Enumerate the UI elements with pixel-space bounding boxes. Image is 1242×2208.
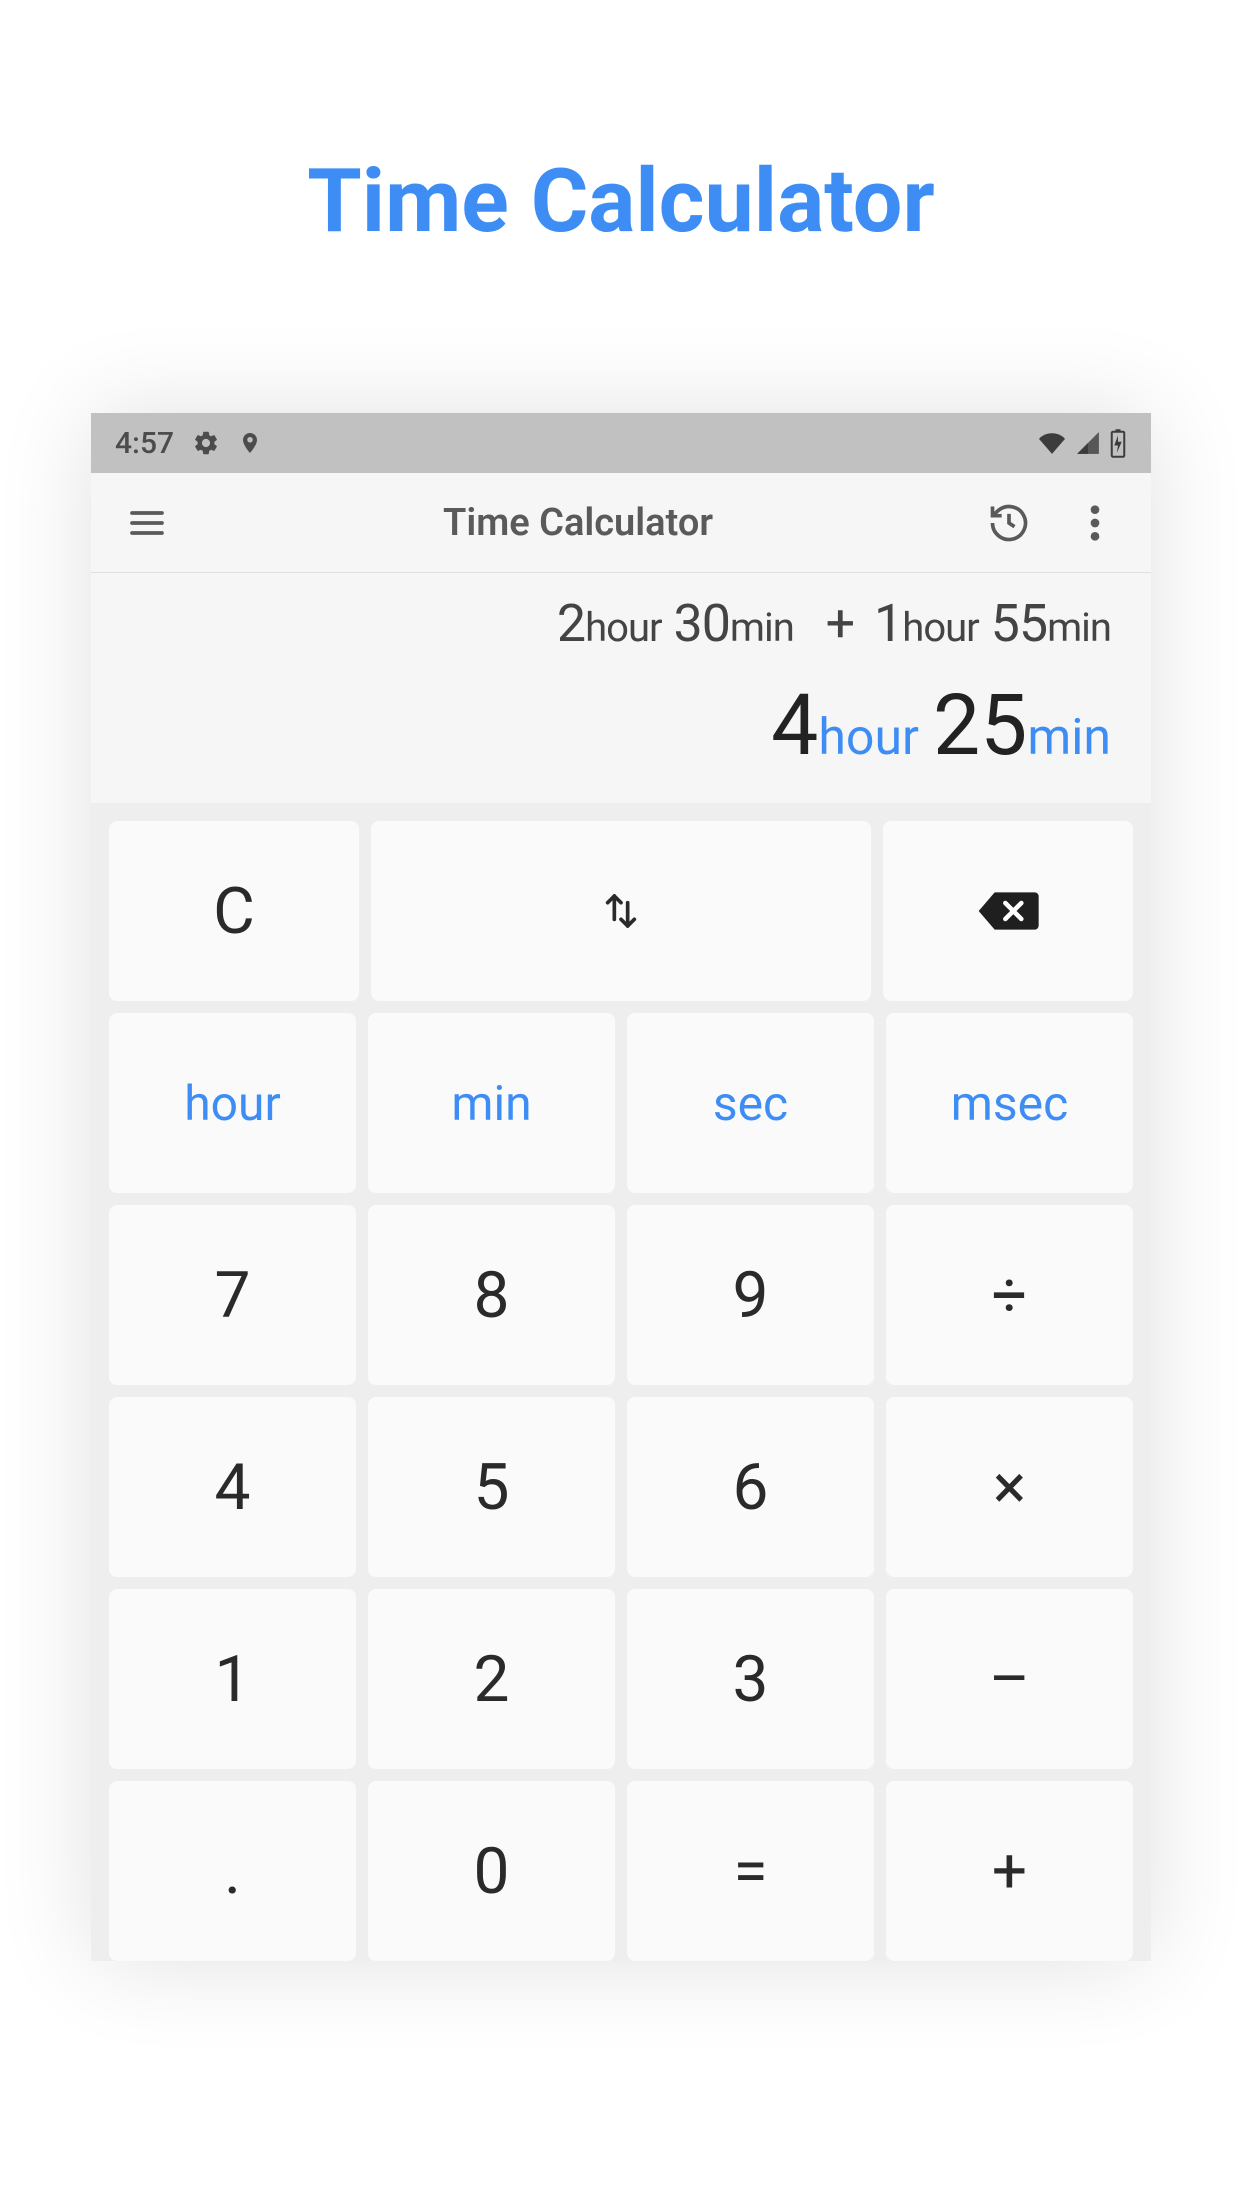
expr-op: + (818, 593, 863, 654)
keypad: C hour min sec msec 7 8 9 (91, 803, 1151, 1961)
result-h: 4 (771, 676, 818, 775)
expr-t2-hu: hour (902, 604, 978, 651)
key-2[interactable]: 2 (368, 1589, 615, 1769)
key-backspace[interactable] (883, 821, 1133, 1001)
gear-icon (192, 429, 220, 457)
key-clear[interactable]: C (109, 821, 359, 1001)
key-msec[interactable]: msec (886, 1013, 1133, 1193)
expr-t1-mu: min (730, 604, 794, 651)
key-multiply[interactable]: × (886, 1397, 1133, 1577)
overflow-button[interactable] (1067, 495, 1123, 551)
signal-icon (1075, 430, 1101, 456)
key-equals[interactable]: = (627, 1781, 874, 1961)
history-button[interactable] (981, 495, 1037, 551)
status-time: 4:57 (115, 426, 174, 461)
key-9[interactable]: 9 (627, 1205, 874, 1385)
device-frame: 4:57 Time Calculator (91, 413, 1151, 1961)
app-bar-title: Time Calculator (175, 501, 981, 545)
key-sec[interactable]: sec (627, 1013, 874, 1193)
key-subtract[interactable]: – (886, 1589, 1133, 1769)
key-min[interactable]: min (368, 1013, 615, 1193)
key-8[interactable]: 8 (368, 1205, 615, 1385)
key-6[interactable]: 6 (627, 1397, 874, 1577)
key-swap[interactable] (371, 821, 871, 1001)
key-5[interactable]: 5 (368, 1397, 615, 1577)
result-hu: hour (818, 709, 919, 767)
app-bar: Time Calculator (91, 473, 1151, 573)
result-mu: min (1027, 709, 1111, 767)
key-hour[interactable]: hour (109, 1013, 356, 1193)
wifi-icon (1037, 430, 1067, 456)
expr-t1-m: 30 (673, 593, 729, 654)
expr-t1-h: 2 (557, 593, 585, 654)
expr-t2-mu: min (1047, 604, 1111, 651)
battery-icon (1109, 428, 1127, 458)
result-m: 25 (933, 676, 1027, 775)
expr-t1-hu: hour (585, 604, 661, 651)
key-7[interactable]: 7 (109, 1205, 356, 1385)
page-headline: Time Calculator (0, 0, 1242, 413)
result: 4hour25min (131, 676, 1111, 775)
location-icon (238, 428, 262, 458)
status-bar: 4:57 (91, 413, 1151, 473)
key-add[interactable]: + (886, 1781, 1133, 1961)
menu-button[interactable] (119, 495, 175, 551)
key-3[interactable]: 3 (627, 1589, 874, 1769)
key-divide[interactable]: ÷ (886, 1205, 1133, 1385)
key-dot[interactable]: . (109, 1781, 356, 1961)
key-4[interactable]: 4 (109, 1397, 356, 1577)
expr-t2-h: 1 (874, 593, 902, 654)
calc-display: 2hour 30min + 1hour 55min 4hour25min (91, 573, 1151, 803)
key-0[interactable]: 0 (368, 1781, 615, 1961)
key-1[interactable]: 1 (109, 1589, 356, 1769)
expr-t2-m: 55 (991, 593, 1047, 654)
expression: 2hour 30min + 1hour 55min (131, 593, 1111, 654)
